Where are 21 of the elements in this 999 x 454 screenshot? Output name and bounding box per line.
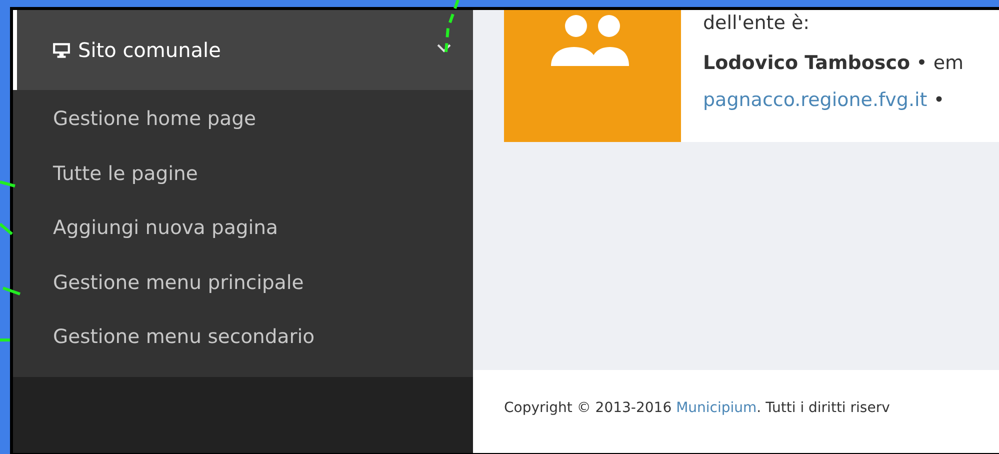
card-text: dell'ente è: xyxy=(703,12,811,36)
municipium-link[interactable]: Municipium xyxy=(676,400,757,416)
card-text: • em xyxy=(916,52,964,74)
email-link[interactable]: pagnacco.regione.fvg.it xyxy=(703,89,928,111)
submenu-item[interactable]: Tutte le pagine xyxy=(13,148,473,203)
dashed-line xyxy=(0,338,12,342)
chevron-icon xyxy=(437,44,451,52)
sidebar-section-header[interactable]: Sito comunale xyxy=(13,10,473,90)
copyright-text: . Tutti i diritti riserv xyxy=(756,400,890,416)
submenu-item[interactable]: Gestione menu secondario xyxy=(13,312,473,366)
dashed-line xyxy=(0,180,16,188)
person-name: Lodovico Tambosco xyxy=(703,52,910,74)
dashed-line xyxy=(444,0,460,54)
submenu-item[interactable]: Aggiungi nuova pagina xyxy=(13,203,473,258)
separator-dot: • xyxy=(933,89,945,111)
copyright-text: Copyright © 2013-2016 xyxy=(504,400,672,416)
submenu-item[interactable]: Gestione home page xyxy=(13,94,473,148)
submenu-item[interactable]: Gestione menu principale xyxy=(13,258,473,312)
dashed-line xyxy=(2,286,22,296)
dashed-line xyxy=(0,222,14,236)
monitor-icon xyxy=(52,42,71,58)
